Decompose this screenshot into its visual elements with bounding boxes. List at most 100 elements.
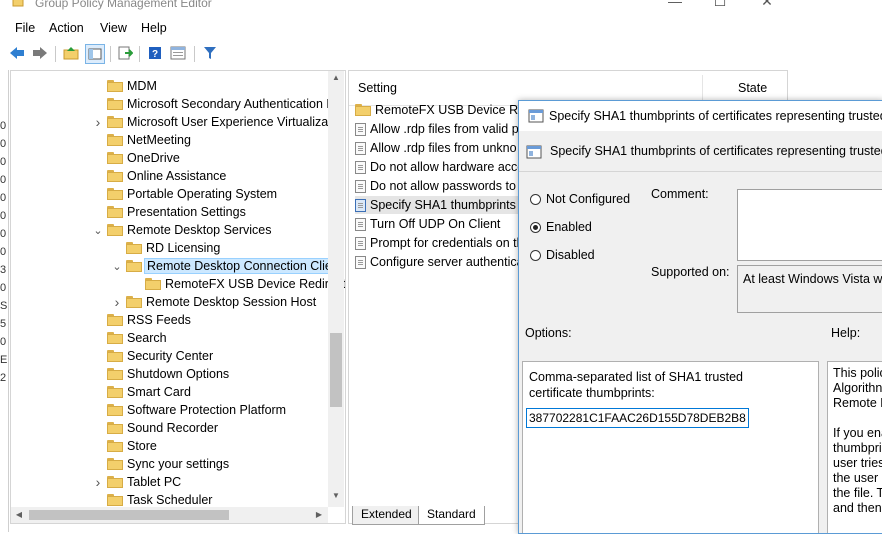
radio-not-configured[interactable] [530,194,541,205]
tab-standard[interactable]: Standard [418,506,485,525]
scroll-right-arrow-icon[interactable]: ▶ [311,510,327,519]
expand-chevron-icon[interactable]: › [93,474,103,490]
tree-item[interactable]: Shutdown Options [107,365,229,383]
folder-icon [107,476,123,488]
tree-item[interactable]: Presentation Settings [107,203,246,221]
comment-textarea[interactable] [737,189,882,261]
scroll-up-arrow-icon[interactable]: ▲ [328,73,344,82]
list-item[interactable]: RemoteFX USB Device Redir [355,101,539,119]
tree-item[interactable]: NetMeeting [107,131,191,149]
list-item-label: Turn Off UDP On Client [370,217,501,231]
clipped-text: 0 [0,210,7,222]
collapse-chevron-icon[interactable]: ⌄ [112,260,122,273]
comment-label: Comment: [651,187,709,201]
export-list-icon[interactable] [116,44,134,62]
tree-item[interactable]: › Tablet PC [96,473,182,491]
scroll-left-arrow-icon[interactable]: ◀ [11,510,27,519]
tree-vertical-scrollbar[interactable]: ▲ ▼ [328,71,344,507]
scroll-thumb[interactable] [330,333,342,407]
back-arrow-icon[interactable] [8,44,26,62]
tree-item[interactable]: Software Protection Platform [107,401,286,419]
minimize-button[interactable]: — [668,0,682,8]
up-folder-icon[interactable] [62,44,80,62]
tree-item[interactable]: Store [107,437,157,455]
expand-chevron-icon[interactable]: › [112,294,122,310]
tree-item[interactable]: Portable Operating System [107,185,277,203]
radio-enabled[interactable] [530,222,541,233]
list-item[interactable]: Allow .rdp files from unkno [355,139,517,157]
label-not-configured[interactable]: Not Configured [546,192,630,206]
tree-item[interactable]: Sync your settings [107,455,229,473]
list-item-label: Allow .rdp files from valid p [370,122,519,136]
menu-help[interactable]: Help [141,21,167,35]
tree-item[interactable]: MDM [107,77,157,95]
thumbprint-input[interactable] [526,408,749,428]
menu-view[interactable]: View [100,21,127,35]
list-item[interactable]: Do not allow passwords to b [355,177,526,195]
menu-file[interactable]: File [15,21,35,35]
tree-item[interactable]: › Microsoft User Experience Virtualizatio [96,113,342,131]
folder-icon [107,80,123,92]
tree-item[interactable]: ⌄ Remote Desktop Services [93,221,272,239]
help-line: If you ena [833,426,882,440]
tree-item[interactable]: Security Center [107,347,213,365]
clipped-text: 0 [0,228,7,240]
forward-arrow-icon[interactable] [31,44,49,62]
help-icon[interactable]: ? [146,44,164,62]
tree-item[interactable]: RemoteFX USB Device Redirect [145,275,345,293]
close-button[interactable]: ✕ [760,0,774,8]
properties-icon[interactable] [169,44,187,62]
clipped-text: 3 [0,264,7,276]
tree-item-label: Software Protection Platform [127,403,287,417]
left-panel-strip: 0 0 0 0 0 0 0 0 3 0 S 5 0 E 2 [0,70,9,532]
tree-item[interactable]: Online Assistance [107,167,226,185]
clipped-text: S [0,300,8,312]
clipped-text: 0 [0,246,7,258]
supported-on-box: At least Windows Vista with [737,265,882,313]
tree-item[interactable]: Smart Card [107,383,191,401]
list-item[interactable]: Prompt for credentials on th [355,234,524,252]
folder-icon [107,206,123,218]
list-item-label: Allow .rdp files from unkno [370,141,517,155]
radio-disabled[interactable] [530,250,541,261]
policy-setting-icon [355,255,366,269]
dialog-title-bar: Specify SHA1 thumbprints of certificates… [519,101,882,131]
toolbar-separator [55,46,56,62]
supported-on-label: Supported on: [651,265,730,279]
collapse-chevron-icon[interactable]: ⌄ [93,224,103,237]
tree-item-label: Search [127,331,167,345]
tree-item[interactable]: Microsoft Secondary Authentication F [107,95,334,113]
tree-item[interactable]: RSS Feeds [107,311,191,329]
policy-header-icon [526,145,542,162]
tree-item[interactable]: OneDrive [107,149,180,167]
scroll-thumb[interactable] [29,510,229,520]
tree-item-label: Remote Desktop Services [127,223,272,237]
label-enabled[interactable]: Enabled [546,220,592,234]
filter-icon[interactable] [201,44,219,62]
list-item[interactable]: Specify SHA1 thumbprints c [355,196,526,214]
list-item[interactable]: Turn Off UDP On Client [355,215,500,233]
show-hide-tree-icon[interactable] [85,44,105,64]
menu-action[interactable]: Action [49,21,84,35]
list-item[interactable]: Configure server authentica [355,253,524,271]
tree-item-label: Smart Card [127,385,191,399]
expand-chevron-icon[interactable]: › [93,114,103,130]
tree-horizontal-scrollbar[interactable]: ◀ ▶ [11,507,328,523]
column-state[interactable]: State [738,81,767,95]
help-line: Remote D [833,396,882,410]
tree-item[interactable]: › Remote Desktop Session Host [115,293,317,311]
tab-extended[interactable]: Extended [352,506,421,525]
list-item[interactable]: Allow .rdp files from valid p [355,120,519,138]
folder-icon [107,440,123,452]
list-item[interactable]: Do not allow hardware acce [355,158,524,176]
folder-icon [107,458,123,470]
maximize-button[interactable]: ☐ [713,0,727,8]
scroll-down-arrow-icon[interactable]: ▼ [328,491,344,500]
label-disabled[interactable]: Disabled [546,248,595,262]
column-setting[interactable]: Setting [358,81,397,95]
dialog-title: Specify SHA1 thumbprints of certificates… [549,109,882,123]
tree-item[interactable]: RD Licensing [126,239,220,257]
tree-item[interactable]: Search [107,329,167,347]
tree-item[interactable]: Sound Recorder [107,419,218,437]
tree-item[interactable]: ⌄ Remote Desktop Connection Clier [112,257,339,275]
